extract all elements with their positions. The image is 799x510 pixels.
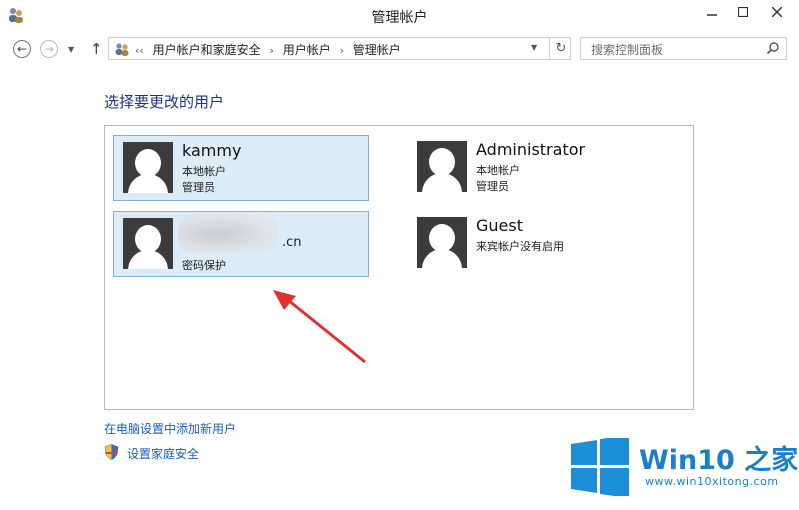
watermark-brand: Win10 之家 bbox=[639, 445, 799, 476]
windows-logo-icon bbox=[571, 438, 629, 496]
family-safety-link[interactable]: 设置家庭安全 bbox=[127, 445, 199, 462]
watermark-url: www.win10xitong.com bbox=[645, 475, 779, 488]
win10-watermark-logo: Win10 之家 www.win10xitong.com bbox=[571, 438, 798, 500]
add-user-link[interactable]: 在电脑设置中添加新用户 bbox=[104, 420, 236, 437]
shield-icon bbox=[104, 444, 119, 460]
